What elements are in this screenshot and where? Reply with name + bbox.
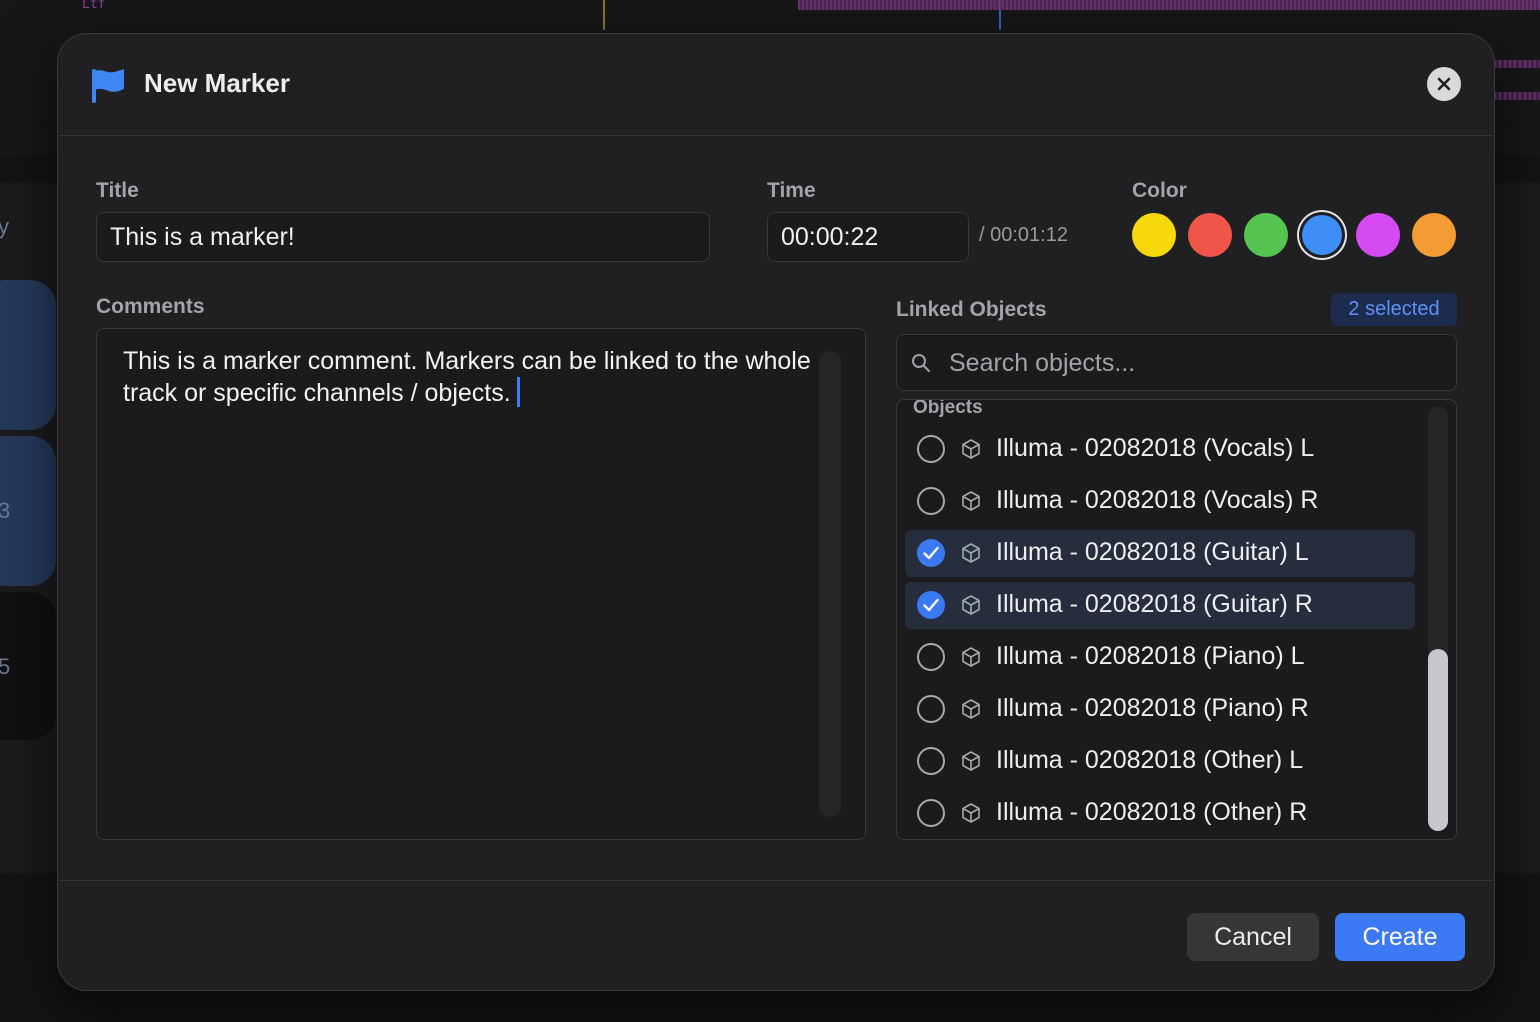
object-label: Illuma - 02082018 (Guitar) R bbox=[996, 590, 1313, 618]
object-row[interactable]: Illuma - 02082018 (Vocals) R bbox=[905, 478, 1415, 525]
background-marker-line bbox=[603, 0, 605, 30]
objects-scrollbar-thumb[interactable] bbox=[1428, 649, 1448, 831]
object-row[interactable]: Illuma - 02082018 (Piano) L bbox=[905, 634, 1415, 681]
background-track-label: Ltf bbox=[82, 0, 106, 12]
object-row[interactable]: Illuma - 02082018 (Piano) R bbox=[905, 686, 1415, 733]
time-value: 00:00:22 bbox=[781, 222, 879, 251]
color-swatch[interactable] bbox=[1412, 213, 1456, 257]
objects-list: Objects Illuma - 02082018 (Vocals) L Illu… bbox=[896, 399, 1457, 840]
cube-icon bbox=[962, 543, 980, 563]
color-swatch[interactable] bbox=[1356, 213, 1400, 257]
color-swatch[interactable] bbox=[1132, 213, 1176, 257]
object-label: Illuma - 02082018 (Vocals) L bbox=[996, 434, 1315, 462]
unchecked-checkbox[interactable] bbox=[917, 695, 945, 723]
color-label: Color bbox=[1132, 179, 1187, 202]
search-input[interactable] bbox=[949, 347, 1429, 379]
unchecked-checkbox[interactable] bbox=[917, 799, 945, 827]
objects-heading: Objects bbox=[913, 399, 983, 418]
color-swatch[interactable] bbox=[1302, 215, 1342, 255]
title-label: Title bbox=[96, 179, 139, 202]
cube-icon bbox=[962, 491, 980, 511]
unchecked-checkbox[interactable] bbox=[917, 487, 945, 515]
dialog-header: New Marker bbox=[58, 34, 1494, 136]
footer-divider bbox=[58, 880, 1494, 881]
background-letter: 5 bbox=[0, 654, 11, 679]
unchecked-checkbox[interactable] bbox=[917, 643, 945, 671]
unchecked-checkbox[interactable] bbox=[917, 747, 945, 775]
dialog-title: New Marker bbox=[144, 68, 290, 98]
cube-icon bbox=[962, 699, 980, 719]
object-label: Illuma - 02082018 (Piano) R bbox=[996, 694, 1309, 722]
text-caret bbox=[516, 377, 520, 407]
close-icon bbox=[1437, 77, 1451, 91]
object-label: Illuma - 02082018 (Guitar) L bbox=[996, 538, 1309, 566]
unchecked-checkbox[interactable] bbox=[917, 435, 945, 463]
time-label: Time bbox=[767, 179, 816, 202]
object-row[interactable]: Illuma - 02082018 (Guitar) R bbox=[905, 582, 1415, 629]
comments-scrollbar[interactable] bbox=[819, 351, 841, 817]
object-label: Illuma - 02082018 (Other) L bbox=[996, 746, 1304, 774]
color-swatch[interactable] bbox=[1244, 213, 1288, 257]
time-total: / 00:01:12 bbox=[979, 224, 1068, 246]
object-label: Illuma - 02082018 (Other) R bbox=[996, 798, 1308, 826]
object-row[interactable]: Illuma - 02082018 (Other) R bbox=[905, 790, 1415, 837]
object-search-box[interactable] bbox=[896, 334, 1457, 391]
cube-icon bbox=[962, 751, 980, 771]
cube-icon bbox=[962, 803, 980, 823]
object-label: Illuma - 02082018 (Piano) L bbox=[996, 642, 1305, 670]
new-marker-dialog: New Marker Title This is a marker! Time … bbox=[57, 33, 1495, 991]
background-waveform-lane bbox=[1494, 60, 1540, 68]
objects-scrollbar[interactable] bbox=[1428, 406, 1448, 831]
checkmark-icon bbox=[923, 546, 939, 560]
linked-objects-label: Linked Objects bbox=[896, 298, 1047, 321]
cube-icon bbox=[962, 595, 980, 615]
search-icon bbox=[912, 354, 930, 372]
background-tab bbox=[0, 280, 56, 430]
checked-checkbox[interactable] bbox=[917, 539, 945, 567]
object-label: Illuma - 02082018 (Vocals) R bbox=[996, 486, 1319, 514]
checkmark-icon bbox=[923, 598, 939, 612]
comments-textarea[interactable]: This is a marker comment. Markers can be… bbox=[96, 328, 866, 840]
object-row[interactable]: Illuma - 02082018 (Guitar) L bbox=[905, 530, 1415, 577]
selected-count-badge: 2 selected bbox=[1331, 293, 1457, 326]
cancel-button[interactable]: Cancel bbox=[1187, 913, 1319, 961]
color-swatch[interactable] bbox=[1188, 213, 1232, 257]
object-row[interactable]: Illuma - 02082018 (Other) L bbox=[905, 738, 1415, 785]
background-waveform bbox=[798, 0, 1540, 10]
time-field[interactable]: 00:00:22 bbox=[767, 212, 969, 262]
flag-icon bbox=[92, 69, 124, 103]
comments-text: This is a marker comment. Markers can be… bbox=[123, 345, 813, 409]
object-row[interactable]: Illuma - 02082018 (Vocals) L bbox=[905, 426, 1415, 473]
close-button[interactable] bbox=[1427, 67, 1461, 101]
comments-value: This is a marker comment. Markers can be… bbox=[123, 347, 811, 407]
background-letter: y bbox=[0, 214, 9, 239]
comments-label: Comments bbox=[96, 295, 205, 318]
background-waveform-lane bbox=[1494, 92, 1540, 100]
create-button[interactable]: Create bbox=[1335, 913, 1465, 961]
checked-checkbox[interactable] bbox=[917, 591, 945, 619]
title-field[interactable]: This is a marker! bbox=[96, 212, 710, 262]
cube-icon bbox=[962, 439, 980, 459]
background-letter: 3 bbox=[0, 498, 11, 523]
title-value: This is a marker! bbox=[110, 222, 295, 251]
cube-icon bbox=[962, 647, 980, 667]
